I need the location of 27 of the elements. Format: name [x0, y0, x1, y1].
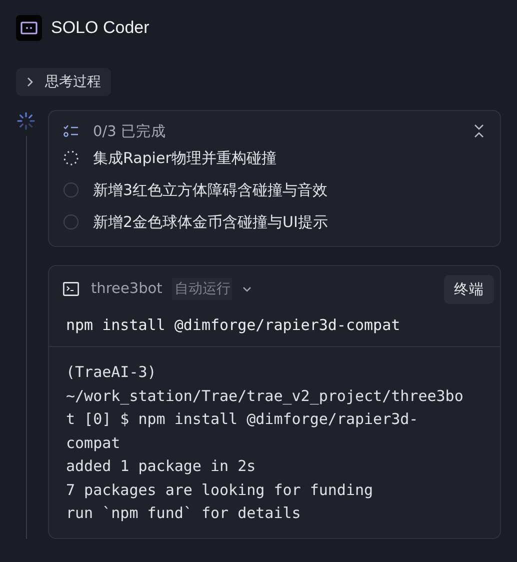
command-text: npm install @dimforge/rapier3d-compat [49, 306, 500, 347]
terminal-button[interactable]: 终端 [444, 274, 494, 304]
output-line: 7 packages are looking for funding [66, 480, 374, 500]
task-text: 新增2金色球体金币含碰撞与UI提示 [93, 212, 328, 232]
output-line: run `npm fund` for details [66, 503, 302, 524]
task-text: 新增3红色立方体障碍含碰撞与音效 [93, 180, 328, 200]
task-text: 集成Rapier物理并重构碰撞 [93, 148, 276, 168]
progress-summary: 0/3 已完成 [93, 122, 166, 140]
chevron-icon [25, 76, 35, 88]
output-line: ~/work_station/Trae/trae_v2_project/three3bo [66, 386, 464, 406]
app-title: SOLO Coder [51, 18, 150, 38]
pending-circle-icon [63, 182, 79, 198]
loading-spinner-icon [17, 112, 35, 130]
terminal-icon [63, 282, 79, 296]
robot-logo-icon [16, 15, 42, 41]
output-line: compat [66, 432, 122, 454]
dropdown-caret-icon[interactable] [242, 285, 252, 293]
pending-circle-icon [63, 214, 79, 230]
terminal-name: three3bot [91, 281, 162, 297]
output-line: added 1 package in 2s [66, 456, 257, 477]
output-line: t [0] $ npm install @dimforge/rapier3d- [66, 409, 420, 430]
in-progress-icon [63, 150, 79, 166]
checklist-icon [63, 124, 79, 138]
collapse-icon[interactable] [472, 123, 486, 139]
output-line: (TraeAI-3) [66, 362, 158, 383]
thinking-toggle[interactable]: 思考过程 [16, 68, 111, 96]
auto-run-tag: 自动运行 [172, 278, 232, 300]
